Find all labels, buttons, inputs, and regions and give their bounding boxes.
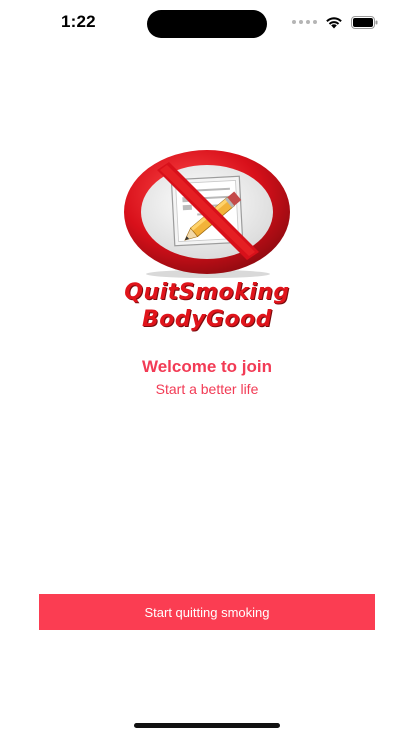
dynamic-island (147, 10, 267, 38)
signal-icon (292, 20, 317, 24)
battery-icon (351, 15, 378, 29)
home-indicator[interactable] (134, 723, 280, 728)
status-bar: 1:22 (0, 0, 414, 46)
brand-logo: QuitSmoking BodyGood (107, 148, 307, 338)
start-quitting-button[interactable]: Start quitting smoking (39, 594, 375, 630)
welcome-title: Welcome to join (141, 357, 273, 376)
no-smoking-sign-icon (124, 150, 290, 278)
brand-name-line2: BodyGood (141, 307, 272, 332)
welcome-subtitle: Start a better life (155, 381, 259, 397)
app-screen: 1:22 QuitSmoking BodyGood Welcome to joi… (0, 0, 414, 736)
wifi-icon (326, 16, 342, 28)
brand-name-line1: QuitSmoking (124, 280, 290, 305)
status-icons (292, 14, 378, 30)
status-time: 1:22 (61, 12, 96, 31)
